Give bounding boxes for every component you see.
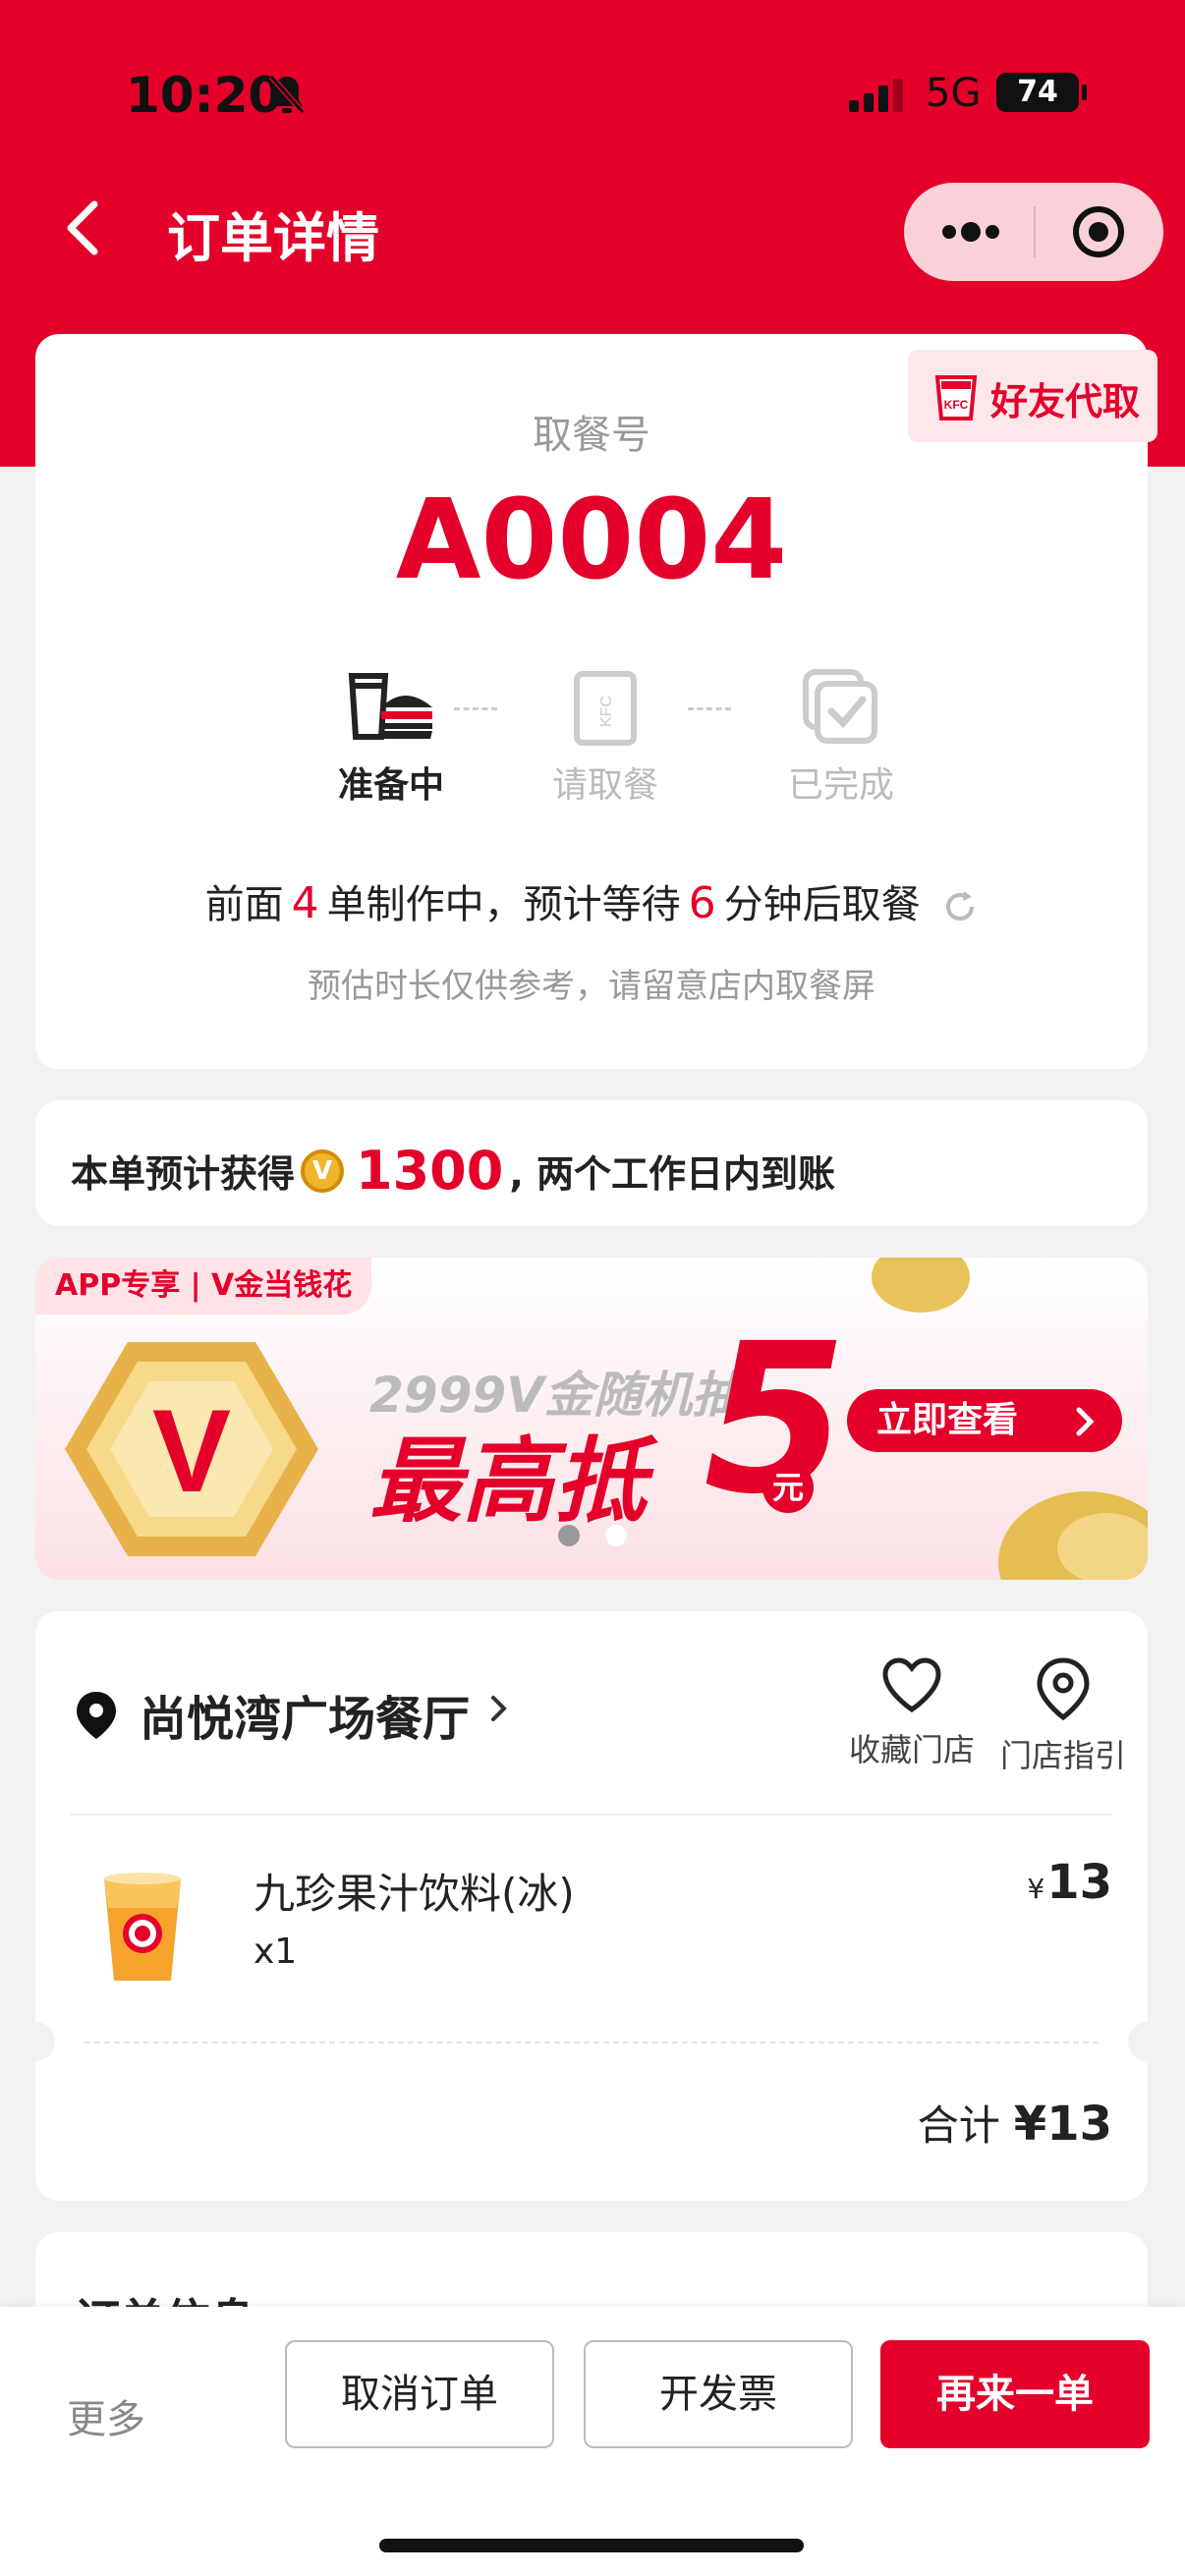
divider [71,1814,1112,1816]
close-target-icon[interactable] [1071,204,1126,259]
invoice-button[interactable]: 开发票 [584,2340,853,2448]
pickup-card: 取餐号 A0004 准备中 KFC 请取餐 已完成 前面 4 单制作中，预计等待 6 分… [35,334,1148,1069]
v-badge-letter: V [152,1385,231,1517]
view-now-label: 立即查看 [876,1400,1019,1440]
item-name: 九珍果汁饮料(冰) [254,1870,575,1918]
store-name[interactable]: 尚悦湾广场餐厅 [140,1680,470,1749]
item-price-value: 13 [1046,1855,1112,1910]
network-type: 5G [926,71,982,116]
points-card: 本单预计获得 V 1300 , 两个工作日内到账 [35,1100,1148,1226]
step-connector [454,707,497,710]
svg-text:KFC: KFC [944,398,969,412]
status-bar: 10:20 5G 74 [0,59,1185,138]
order-total: 合计 ¥13 [918,2093,1112,2153]
refresh-icon[interactable] [942,889,978,924]
signal-icon [849,79,903,112]
dashed-divider [85,2042,1099,2044]
v-coin-icon: V [301,1148,345,1193]
total-amount: ¥13 [1013,2097,1112,2152]
burger-drink-icon [348,673,432,740]
banner-unit: 元 [762,1462,814,1513]
ticket-notch [16,2022,55,2061]
home-indicator [379,2539,804,2552]
favorite-store-button[interactable]: 收藏门店 [833,1656,990,1770]
check-icon [803,669,877,744]
battery-indicator: 74 [996,73,1087,112]
queue-text: 前面 [204,882,284,927]
friend-pickup-button[interactable]: KFC 好友代取 [908,350,1157,442]
pickup-number: A0004 [395,476,788,604]
promo-banner[interactable]: V APP专享 | V金当钱花 2999V金随机抽 最高抵 5 元 立即查看 [35,1258,1148,1580]
points-text: 本单预计获得 V 1300 , 两个工作日内到账 [71,1140,835,1202]
more-dots-icon[interactable] [939,216,1002,248]
kfc-bag-icon: KFC [574,671,637,746]
step-completed: 已完成 [753,668,930,808]
more-button[interactable]: 更多 [67,2387,145,2444]
points-amount: 1300 [356,1140,504,1202]
banner-headline: 最高抵 [369,1428,648,1536]
estimate-note: 预估时长仅供参考，请留意店内取餐屏 [308,967,875,1006]
heart-icon [882,1657,941,1713]
queue-status: 前面 4 单制作中，预计等待 6 分钟后取餐 [35,872,1148,929]
queue-text: 分钟后取餐 [723,882,921,927]
view-now-button[interactable]: 立即查看 [847,1389,1122,1452]
v-badge-icon: V [65,1342,318,1556]
step-connector [688,707,731,710]
gold-coin-decoration-icon [872,1258,970,1313]
carousel-dot-active[interactable] [558,1525,580,1546]
ticket-notch [1128,2022,1167,2061]
bell-muted-icon [268,75,306,114]
map-pin-icon [1037,1657,1090,1721]
total-label: 合计 [917,2101,1000,2150]
store-guide-button[interactable]: 门店指引 [985,1656,1142,1776]
chevron-right-icon [1076,1407,1095,1436]
points-suffix: , 两个工作日内到账 [509,1152,835,1196]
kfc-bucket-icon: KFC [934,375,978,420]
step-label: 已完成 [787,765,894,806]
queue-wait-minutes: 6 [688,878,716,928]
reorder-button[interactable]: 再来一单 [880,2340,1150,2448]
points-prefix: 本单预计获得 [71,1152,296,1196]
chevron-right-icon[interactable] [489,1692,509,1725]
location-pin-icon [77,1692,116,1739]
carousel-dot[interactable] [605,1525,627,1546]
gold-coin-decoration-icon [998,1491,1148,1580]
step-label: 请取餐 [551,765,658,806]
step-preparing: 准备中 [293,668,489,808]
mini-program-capsule [904,183,1163,281]
step-label: 准备中 [337,765,444,806]
queue-ahead-count: 4 [291,878,319,928]
item-quantity: x1 [254,1932,298,1972]
svg-text:KFC: KFC [598,696,615,727]
capsule-divider [1034,206,1036,257]
back-icon[interactable] [59,196,106,259]
order-card: 尚悦湾广场餐厅 收藏门店 门店指引 九珍果汁饮料(冰) x1 ¥13 合计 ¥13 [16,1611,1167,2201]
currency-symbol: ¥ [1027,1873,1045,1905]
banner-tag: APP专享 | V金当钱花 [35,1258,372,1315]
bottom-action-bar: 更多 取消订单 开发票 再来一单 [0,2307,1185,2576]
status-time: 10:20 [126,67,283,124]
item-price: ¥13 [1027,1855,1112,1910]
store-guide-label: 门店指引 [999,1737,1126,1774]
friend-pickup-label: 好友代取 [990,380,1141,423]
cancel-order-button[interactable]: 取消订单 [285,2340,554,2448]
juice-drink-image [104,1873,181,1981]
step-ready: KFC 请取餐 [517,668,694,808]
queue-text: 单制作中，预计等待 [326,882,681,927]
favorite-store-label: 收藏门店 [848,1731,975,1768]
page-title: 订单详情 [167,207,379,269]
